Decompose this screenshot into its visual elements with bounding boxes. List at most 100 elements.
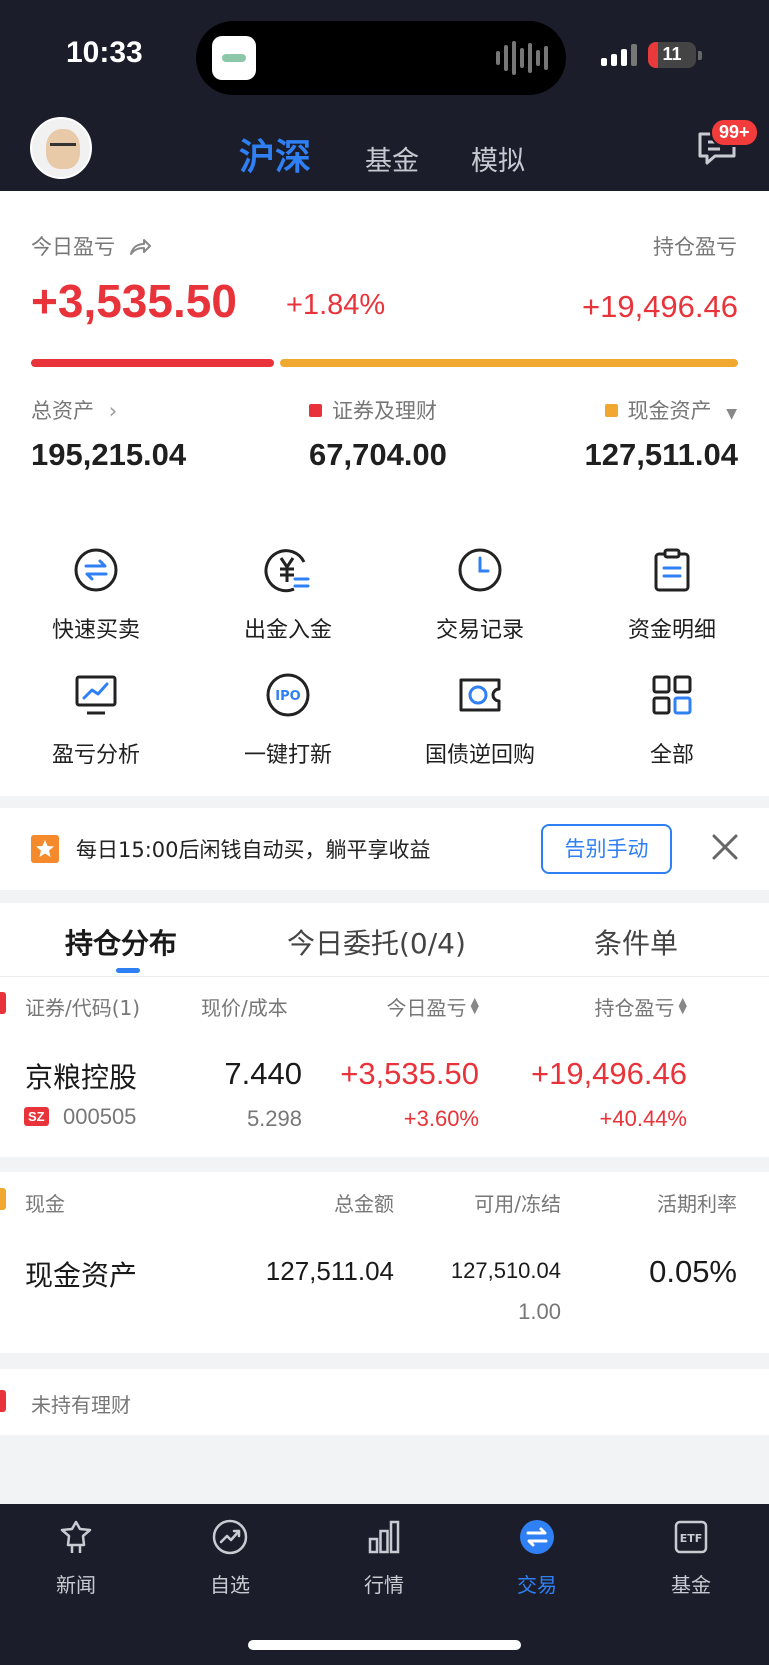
section-marker <box>0 1188 6 1210</box>
cash-rate: 0.05% <box>649 1254 737 1289</box>
cash-legend-icon <box>604 404 618 417</box>
nav-label: 交易 <box>517 1573 557 1597</box>
tab-positions[interactable]: 持仓分布 <box>65 922 177 962</box>
nav-label: 基金 <box>671 1573 711 1597</box>
nav-label: 新闻 <box>56 1573 96 1597</box>
col-available: 可用/冻结 <box>474 1192 561 1216</box>
star-icon <box>31 835 59 863</box>
section-marker <box>0 1390 6 1412</box>
sort-icon: ▲ ▼ <box>470 995 479 1016</box>
cash-name: 现金资产 <box>25 1259 138 1292</box>
promo-banner: 每日15:00后闲钱自动买，躺平享收益 告别手动 <box>0 808 769 890</box>
section-marker <box>0 992 6 1014</box>
promo-action-button[interactable]: 告别手动 <box>541 824 672 874</box>
nav-fund[interactable]: ETF 基金 <box>631 1518 751 1598</box>
today-pnl: +3,535.50 <box>340 1056 479 1091</box>
function-grid: 快速买卖 出金入金 交易记录 资金明细 盈亏分析 IPO 一键打新 国债逆回购 … <box>0 514 769 796</box>
market-badge: SZ <box>24 1107 49 1126</box>
promo-text: 每日15:00后闲钱自动买，躺平享收益 <box>76 838 431 862</box>
ipo-subscribe-button[interactable]: IPO 一键打新 <box>192 671 384 769</box>
col-total: 总金额 <box>334 1192 394 1216</box>
close-icon[interactable] <box>709 831 741 863</box>
col-today-pnl-sort[interactable]: 今日盈亏 ▲ ▼ <box>387 992 479 1021</box>
nav-watchlist[interactable]: 自选 <box>170 1518 290 1598</box>
no-wealth-section[interactable]: 未持有理财 <box>0 1369 769 1435</box>
cash-total: 127,511.04 <box>265 1256 394 1286</box>
total-assets-value: 195,215.04 <box>31 437 187 472</box>
nav-label: 行情 <box>364 1573 404 1597</box>
hold-pnl: +19,496.46 <box>530 1056 687 1091</box>
svg-text:IPO: IPO <box>275 689 300 704</box>
securities-share-bar <box>31 359 274 367</box>
no-wealth-label: 未持有理财 <box>31 1393 131 1417</box>
message-badge: 99+ <box>710 118 759 147</box>
tab-conditional-orders[interactable]: 条件单 <box>594 922 678 962</box>
svg-text:ETF: ETF <box>680 1532 703 1545</box>
quick-trade-button[interactable]: 快速买卖 <box>0 546 192 644</box>
fund-details-button[interactable]: 资金明细 <box>576 546 768 644</box>
chart-monitor-icon <box>75 675 117 715</box>
battery-icon: 11 <box>648 42 696 68</box>
yuan-transfer-icon <box>264 549 310 593</box>
col-cash: 现金 <box>25 1192 65 1216</box>
col-security: 证券/代码(1) <box>25 996 141 1020</box>
tab-hushen[interactable]: 沪深 <box>239 128 311 180</box>
grid-label: 盈亏分析 <box>51 743 140 768</box>
position-pnl-value: +19,496.46 <box>581 289 738 324</box>
trade-icon <box>520 1520 554 1554</box>
cash-available: 127,510.04 <box>450 1258 561 1283</box>
clipboard-icon <box>654 548 690 592</box>
etf-icon: ETF <box>674 1520 708 1554</box>
trend-icon <box>212 1519 248 1555</box>
tab-today-orders[interactable]: 今日委托(0/4) <box>287 922 466 962</box>
total-assets-link[interactable]: 总资产 › <box>31 395 117 425</box>
nav-trade[interactable]: 交易 <box>477 1518 597 1598</box>
hold-pnl-pct: +40.44% <box>599 1106 687 1131</box>
signal-icon <box>601 42 637 66</box>
today-pnl-pct: +1.84% <box>286 289 386 321</box>
trade-history-button[interactable]: 交易记录 <box>384 546 576 644</box>
cash-assets-dropdown[interactable]: 现金资产 ▼ <box>604 395 737 425</box>
positions-section: 持仓分布 今日委托(0/4) 条件单 证券/代码(1) 现价/成本 今日盈亏 ▲ ▼… <box>0 903 769 1157</box>
bars-icon <box>368 1520 400 1554</box>
position-pnl-label: 持仓盈亏 <box>653 235 737 259</box>
grid-label: 全部 <box>649 743 694 768</box>
avatar[interactable] <box>30 117 92 179</box>
securities-value: 67,704.00 <box>309 437 447 472</box>
nav-label: 自选 <box>210 1573 250 1597</box>
col-hold-pnl-sort[interactable]: 持仓盈亏 ▲ ▼ <box>595 992 687 1021</box>
today-pnl-label[interactable]: 今日盈亏 <box>31 231 152 261</box>
grid-icon <box>652 675 692 715</box>
current-price: 7.440 <box>224 1056 302 1091</box>
share-icon[interactable] <box>128 237 152 257</box>
battery-level: 11 <box>662 44 682 64</box>
stock-name: 京粮控股 <box>25 1061 138 1094</box>
grid-label: 出金入金 <box>243 618 332 643</box>
caret-down-icon: ▼ <box>726 406 737 422</box>
reverse-repo-button[interactable]: 国债逆回购 <box>384 671 576 769</box>
grid-label: 资金明细 <box>627 618 716 643</box>
bottom-nav: 新闻 自选 行情 交易 ETF 基金 <box>0 1504 769 1665</box>
assets-summary: 今日盈亏 持仓盈亏 +3,535.50 +1.84% +19,496.46 总资… <box>0 191 769 514</box>
col-price: 现价/成本 <box>201 996 288 1020</box>
cash-value: 127,511.04 <box>584 437 738 472</box>
cash-share-bar <box>280 359 738 367</box>
cost-price: 5.298 <box>246 1106 302 1131</box>
dynamic-island <box>196 21 566 95</box>
securities-legend-icon <box>309 404 322 417</box>
pnl-analysis-button[interactable]: 盈亏分析 <box>0 671 192 769</box>
ipo-icon: IPO <box>266 673 310 717</box>
tab-simulate[interactable]: 模拟 <box>471 139 525 178</box>
col-rate: 活期利率 <box>657 1192 737 1216</box>
deposit-withdraw-button[interactable]: 出金入金 <box>192 546 384 644</box>
swap-icon <box>74 548 118 592</box>
today-pnl-pct: +3.60% <box>403 1106 479 1131</box>
today-pnl-value: +3,535.50 <box>31 275 237 327</box>
nav-news[interactable]: 新闻 <box>16 1518 136 1598</box>
nav-market[interactable]: 行情 <box>324 1518 444 1598</box>
all-functions-button[interactable]: 全部 <box>576 671 768 769</box>
securities-label: 证券及理财 <box>309 395 437 425</box>
audio-wave-icon <box>496 41 548 75</box>
tab-fund[interactable]: 基金 <box>365 139 419 178</box>
grid-label: 快速买卖 <box>51 618 140 643</box>
